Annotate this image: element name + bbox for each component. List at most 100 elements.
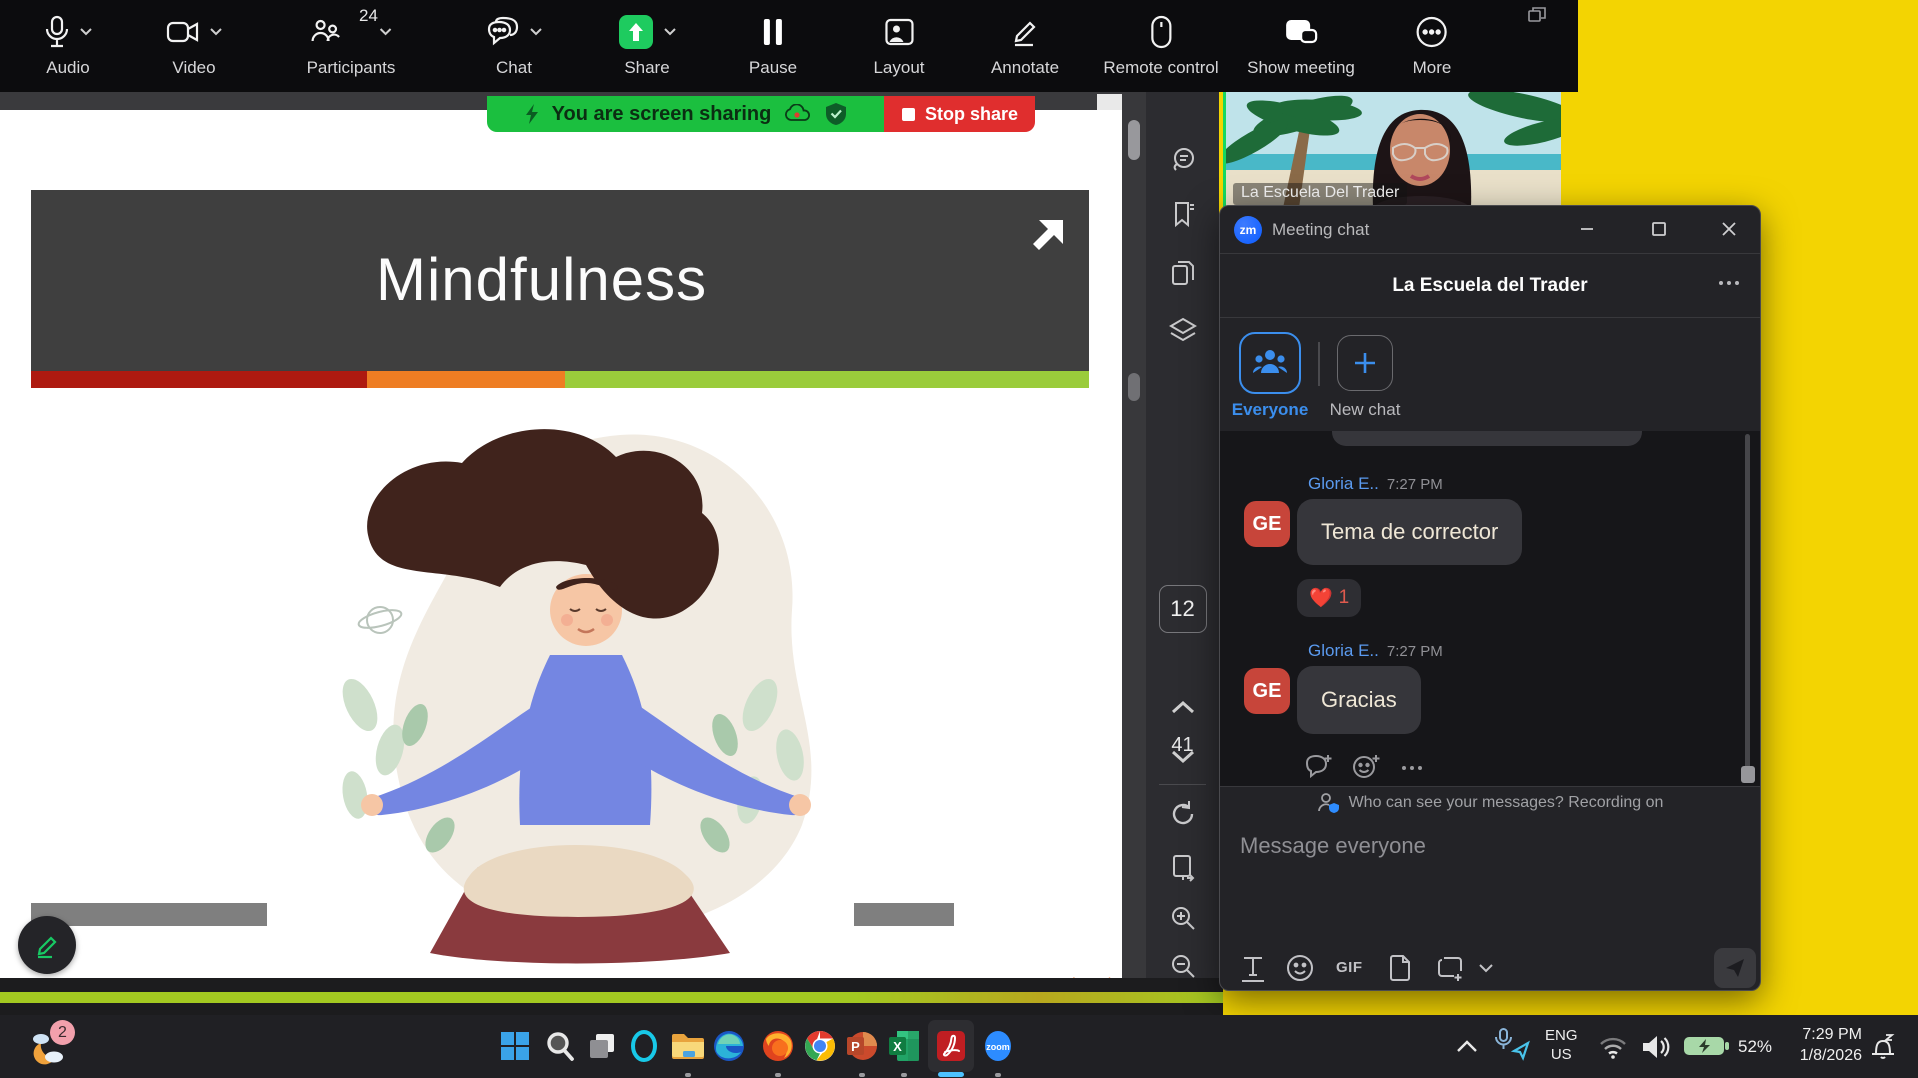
tray-time: 7:29 PM bbox=[1772, 1024, 1862, 1045]
zoom-in-icon[interactable] bbox=[1169, 904, 1197, 932]
battery-status[interactable]: 52% bbox=[1682, 1033, 1772, 1059]
plus-icon bbox=[1352, 350, 1378, 376]
avatar[interactable]: GE bbox=[1244, 501, 1290, 547]
alexa-app[interactable] bbox=[622, 1024, 666, 1068]
chevron-down-icon[interactable] bbox=[80, 28, 92, 36]
annotation-pencil-button[interactable] bbox=[18, 916, 76, 974]
attach-file-icon[interactable] bbox=[1388, 954, 1412, 982]
file-explorer-icon bbox=[670, 1031, 706, 1061]
scrollbar-thumb[interactable] bbox=[1128, 120, 1140, 160]
chevron-down-icon[interactable] bbox=[664, 28, 676, 36]
stop-share-button[interactable]: Stop share bbox=[884, 96, 1035, 132]
file-explorer-app[interactable] bbox=[666, 1024, 710, 1068]
tab-everyone-label[interactable]: Everyone bbox=[1232, 400, 1309, 420]
bookmark-icon[interactable] bbox=[1169, 199, 1197, 229]
edge-app[interactable] bbox=[707, 1024, 751, 1068]
more-button[interactable]: More bbox=[1413, 10, 1452, 78]
chat-titlebar[interactable]: zm Meeting chat bbox=[1220, 206, 1760, 253]
task-view-button[interactable] bbox=[580, 1024, 624, 1068]
start-button[interactable] bbox=[493, 1024, 537, 1068]
privacy-notice-bar[interactable]: Who can see your messages? Recording on bbox=[1220, 786, 1760, 819]
notifications-dnd-bell-icon[interactable] bbox=[1868, 1032, 1898, 1062]
tray-clock[interactable]: 7:29 PM 1/8/2026 bbox=[1772, 1024, 1862, 1066]
export-page-icon[interactable] bbox=[1169, 852, 1197, 882]
chat-message-input[interactable] bbox=[1230, 823, 1745, 939]
layout-button[interactable]: Layout bbox=[873, 10, 924, 78]
current-slide-badge[interactable]: 12 bbox=[1159, 585, 1207, 633]
cloud-recording-icon bbox=[783, 104, 813, 124]
chat-window-title: Meeting chat bbox=[1272, 220, 1369, 240]
clipped-previous-message bbox=[1332, 431, 1642, 446]
chrome-app[interactable] bbox=[798, 1024, 842, 1068]
screenshot-icon[interactable] bbox=[1436, 954, 1466, 982]
chevron-down-icon[interactable] bbox=[380, 28, 392, 36]
chat-menu-ellipsis-icon[interactable] bbox=[1718, 279, 1740, 287]
participants-button[interactable]: 24 Participants bbox=[307, 10, 396, 78]
show-meeting-button[interactable]: Show meeting bbox=[1247, 10, 1355, 78]
who-can-see-icon bbox=[1317, 793, 1341, 813]
tab-new-chat-label[interactable]: New chat bbox=[1330, 400, 1401, 420]
participant-video-tile[interactable]: La Escuela Del Trader bbox=[1223, 92, 1561, 208]
svg-text:X: X bbox=[893, 1039, 902, 1054]
message-reaction[interactable]: ❤️ 1 bbox=[1297, 579, 1361, 617]
layers-icon[interactable] bbox=[1167, 315, 1199, 345]
firefox-app[interactable] bbox=[756, 1024, 800, 1068]
powerpoint-app[interactable]: P bbox=[840, 1024, 884, 1068]
message-bubble[interactable]: Tema de corrector bbox=[1297, 499, 1522, 565]
acrobat-app[interactable] bbox=[929, 1024, 973, 1068]
remote-control-mouse-icon bbox=[1149, 15, 1173, 49]
maximize-icon[interactable] bbox=[1650, 220, 1668, 238]
avatar[interactable]: GE bbox=[1244, 668, 1290, 714]
excel-app[interactable]: X bbox=[882, 1024, 926, 1068]
message-author[interactable]: Gloria E.. bbox=[1308, 641, 1379, 660]
previous-slide-chevron-icon[interactable] bbox=[1170, 699, 1196, 715]
pause-button[interactable]: Pause bbox=[749, 10, 797, 78]
add-reaction-icon[interactable] bbox=[1352, 753, 1382, 779]
format-text-icon[interactable] bbox=[1240, 954, 1266, 982]
message-author[interactable]: Gloria E.. bbox=[1308, 474, 1379, 493]
chevron-down-icon[interactable] bbox=[210, 28, 222, 36]
wifi-icon[interactable] bbox=[1598, 1035, 1628, 1059]
message-bubble[interactable]: Gracias bbox=[1297, 666, 1421, 734]
emoji-icon[interactable] bbox=[1286, 954, 1314, 982]
tray-date: 1/8/2026 bbox=[1772, 1045, 1862, 1066]
zoom-out-icon[interactable] bbox=[1169, 952, 1197, 980]
language-indicator[interactable]: ENG US bbox=[1545, 1026, 1578, 1064]
chat-message-list[interactable]: Gloria E..7:27 PM GE Tema de corrector ❤… bbox=[1220, 431, 1760, 786]
running-indicator bbox=[995, 1073, 1001, 1077]
presentation-scrollbar[interactable] bbox=[1122, 92, 1146, 991]
gif-button[interactable]: GIF bbox=[1336, 959, 1363, 976]
chat-scrollbar[interactable] bbox=[1745, 434, 1750, 774]
send-message-button[interactable] bbox=[1714, 948, 1756, 988]
restore-window-icon[interactable] bbox=[1528, 7, 1546, 23]
slideshow-menu-button[interactable] bbox=[1097, 94, 1122, 110]
tab-everyone[interactable] bbox=[1239, 332, 1301, 394]
minimize-icon[interactable] bbox=[1578, 220, 1596, 238]
chat-scroll-handle[interactable] bbox=[1741, 766, 1755, 783]
tray-expand-chevron-icon[interactable] bbox=[1456, 1039, 1478, 1053]
search-button[interactable] bbox=[538, 1024, 582, 1068]
refresh-icon[interactable] bbox=[1168, 799, 1198, 829]
composer-chevron-icon[interactable] bbox=[1478, 963, 1494, 973]
share-button[interactable]: Share bbox=[618, 10, 676, 78]
chat-button[interactable]: Chat bbox=[486, 10, 542, 78]
svg-text:zoom: zoom bbox=[986, 1042, 1010, 1052]
firefox-icon bbox=[761, 1029, 795, 1063]
video-button[interactable]: Video bbox=[166, 10, 222, 78]
annotate-button[interactable]: Annotate bbox=[991, 10, 1059, 78]
weather-widget[interactable]: 2 bbox=[26, 1024, 70, 1068]
close-icon[interactable] bbox=[1720, 220, 1738, 238]
remote-control-button[interactable]: Remote control bbox=[1103, 10, 1218, 78]
scrollbar-thumb-secondary[interactable] bbox=[1128, 373, 1140, 401]
volume-icon[interactable] bbox=[1640, 1033, 1672, 1061]
caption-icon[interactable] bbox=[1168, 144, 1198, 174]
tab-new-chat[interactable] bbox=[1337, 335, 1393, 391]
reply-thread-icon[interactable] bbox=[1304, 753, 1334, 779]
chevron-down-icon[interactable] bbox=[530, 28, 542, 36]
next-slide-chevron-icon[interactable] bbox=[1170, 749, 1196, 765]
message-more-icon[interactable] bbox=[1400, 764, 1424, 772]
audio-button[interactable]: Audio bbox=[44, 10, 92, 78]
copy-slide-icon[interactable] bbox=[1168, 258, 1198, 288]
zoom-app[interactable]: zoom bbox=[976, 1024, 1020, 1068]
tray-mic-location[interactable] bbox=[1492, 1027, 1532, 1063]
